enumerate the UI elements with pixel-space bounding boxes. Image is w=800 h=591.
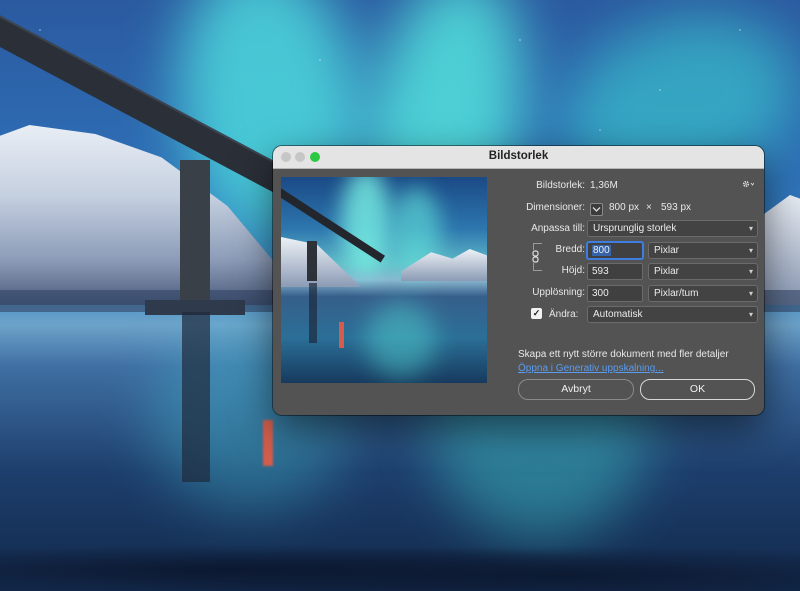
- upscale-info-text: Skapa ett nytt större dokument med fler …: [518, 349, 729, 360]
- resample-select[interactable]: Automatisk ▾: [587, 306, 758, 323]
- resolution-input[interactable]: 300: [587, 285, 643, 302]
- foreground-rocks: [0, 540, 800, 591]
- chevron-down-icon: ▾: [748, 224, 753, 233]
- bridge-pillar: [180, 160, 210, 300]
- generative-upscale-link[interactable]: Öppna i Generativ uppskalning...: [518, 363, 664, 374]
- preview-aurora: [341, 177, 391, 277]
- fit-to-value: Ursprunglig storlek: [593, 223, 677, 234]
- chevron-down-icon: [592, 207, 601, 212]
- preview-reflection: [309, 283, 317, 343]
- red-light-reflection: [263, 420, 273, 466]
- resample-label: Ändra:: [549, 309, 579, 320]
- chevron-down-icon: ▾: [748, 246, 753, 255]
- height-unit-value: Pixlar: [654, 266, 680, 277]
- resolution-unit-value: Pixlar/tum: [654, 288, 699, 299]
- height-unit-select[interactable]: Pixlar ▾: [648, 263, 758, 280]
- image-size-label: Bildstorlek:: [536, 180, 585, 191]
- width-unit-value: Pixlar: [654, 245, 680, 256]
- resolution-value: 300: [592, 288, 609, 299]
- dimensions-separator: ×: [646, 202, 652, 213]
- image-size-value: 1,36M: [590, 180, 618, 191]
- cancel-button[interactable]: Avbryt: [518, 379, 634, 400]
- resample-checkbox[interactable]: ✓: [531, 308, 542, 319]
- width-value: 800: [592, 245, 611, 256]
- fit-to-label: Anpassa till:: [531, 223, 585, 234]
- gear-icon[interactable]: [741, 179, 755, 192]
- resolution-label: Upplösning:: [532, 287, 585, 298]
- dialog-titlebar: Bildstorlek: [273, 146, 764, 169]
- dialog-title: Bildstorlek: [488, 150, 549, 162]
- dimensions-width-value: 800 px: [609, 202, 640, 213]
- preview-aurora-reflection: [366, 302, 436, 377]
- width-input[interactable]: 800: [587, 242, 643, 259]
- height-label: Höjd:: [561, 265, 585, 276]
- chevron-down-icon: ▾: [748, 289, 753, 298]
- resample-value: Automatisk: [593, 309, 643, 320]
- width-label: Bredd:: [555, 244, 585, 255]
- image-preview[interactable]: [281, 177, 487, 383]
- pillar-reflection: [182, 312, 210, 482]
- chevron-down-icon: ▾: [748, 310, 753, 319]
- dimensions-label: Dimensioner:: [526, 202, 585, 213]
- fit-to-select[interactable]: Ursprunglig storlek ▾: [587, 220, 758, 237]
- height-value: 593: [592, 266, 609, 277]
- ok-button[interactable]: OK: [640, 379, 755, 400]
- image-size-dialog: Bildstorlek Bildstorlek: 1,36M Dimension…: [273, 146, 764, 415]
- width-unit-select[interactable]: Pixlar ▾: [648, 242, 758, 259]
- resolution-unit-select[interactable]: Pixlar/tum ▾: [648, 285, 758, 302]
- checkmark-icon: ✓: [532, 308, 541, 318]
- chevron-down-icon: ▾: [748, 267, 753, 276]
- preview-pillar: [307, 241, 317, 281]
- height-input[interactable]: 593: [587, 263, 643, 280]
- dimensions-height-value: 593 px: [661, 202, 692, 213]
- preview-red-light: [339, 322, 344, 348]
- dimensions-unit-toggle[interactable]: [590, 203, 603, 216]
